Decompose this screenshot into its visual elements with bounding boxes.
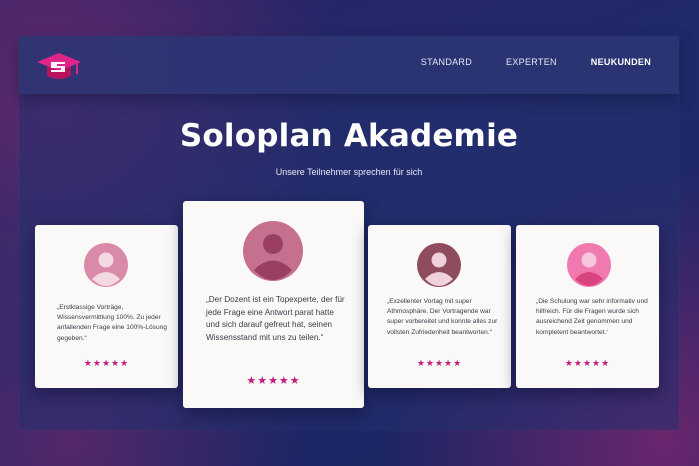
avatar-icon	[84, 243, 128, 291]
testimonial-quote: „Die Schulung war sehr informativ und hi…	[536, 298, 648, 336]
avatar-icon	[243, 221, 303, 285]
rating-stars: ★★★★★	[83, 359, 130, 369]
testimonial-card-4: „Die Schulung war sehr informativ und hi…	[516, 225, 659, 388]
avatar-icon	[567, 243, 611, 291]
page-frame: STANDARD EXPERTEN NEUKUNDEN Soloplan Aka…	[19, 36, 679, 430]
testimonial-quote: „Der Dozent ist ein Topexperte, der für …	[206, 295, 345, 343]
nav-standard[interactable]: STANDARD	[421, 57, 472, 67]
avatar-icon	[417, 243, 461, 291]
testimonial-card-3: „Exzellenter Vortag mit super Athmosphär…	[368, 225, 511, 388]
nav-experten[interactable]: EXPERTEN	[506, 57, 557, 67]
page-title: Soloplan Akademie	[179, 118, 519, 154]
main-nav: STANDARD EXPERTEN NEUKUNDEN	[387, 57, 651, 67]
rating-stars: ★★★★★	[246, 374, 301, 387]
nav-neukunden[interactable]: NEUKUNDEN	[591, 57, 651, 67]
testimonial-quote: „Erstklassige Vorträge, Wissensvermittlu…	[57, 304, 167, 342]
testimonial-quote: „Exzellenter Vortag mit super Athmosphär…	[387, 298, 498, 336]
rating-stars: ★★★★★	[416, 359, 463, 369]
testimonial-card-1: „Erstklassige Vorträge, Wissensvermittlu…	[35, 225, 178, 388]
top-navigation-bar: STANDARD EXPERTEN NEUKUNDEN	[19, 36, 679, 94]
testimonial-card-2: „Der Dozent ist ein Topexperte, der für …	[183, 201, 364, 408]
graduation-cap-logo-icon[interactable]	[35, 50, 83, 86]
rating-stars: ★★★★★	[564, 359, 611, 369]
page-subtitle: Unsere Teilnehmer sprechen für sich	[275, 167, 423, 177]
